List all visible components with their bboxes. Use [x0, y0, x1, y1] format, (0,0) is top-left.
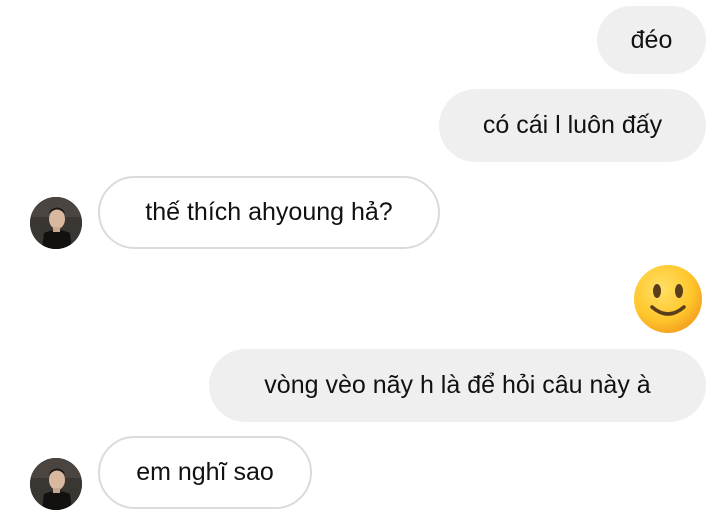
sent-message-bubble[interactable]: có cái l luôn đấy — [439, 89, 706, 162]
contact-avatar[interactable] — [30, 458, 82, 510]
message-text: có cái l luôn đấy — [482, 111, 663, 139]
person-avatar-icon — [30, 458, 82, 510]
message-text: vòng vèo nãy h là để hỏi câu này à — [264, 371, 651, 399]
message-text: thế thích ahyoung hả? — [145, 198, 393, 226]
person-avatar-icon — [30, 197, 82, 249]
received-message-bubble[interactable]: thế thích ahyoung hả? — [98, 176, 440, 249]
received-message-bubble[interactable]: em nghĩ sao — [98, 436, 312, 509]
message-text: đéo — [630, 25, 673, 54]
message-text: em nghĩ sao — [136, 458, 274, 486]
contact-avatar[interactable] — [30, 197, 82, 249]
slightly-smiling-face-icon[interactable] — [632, 263, 704, 335]
sent-message-bubble[interactable]: đéo — [597, 6, 706, 74]
chat-thread: đéo có cái l luôn đấy thế thích ahyoung … — [0, 0, 720, 512]
sent-message-bubble[interactable]: vòng vèo nãy h là để hỏi câu này à — [209, 349, 706, 422]
